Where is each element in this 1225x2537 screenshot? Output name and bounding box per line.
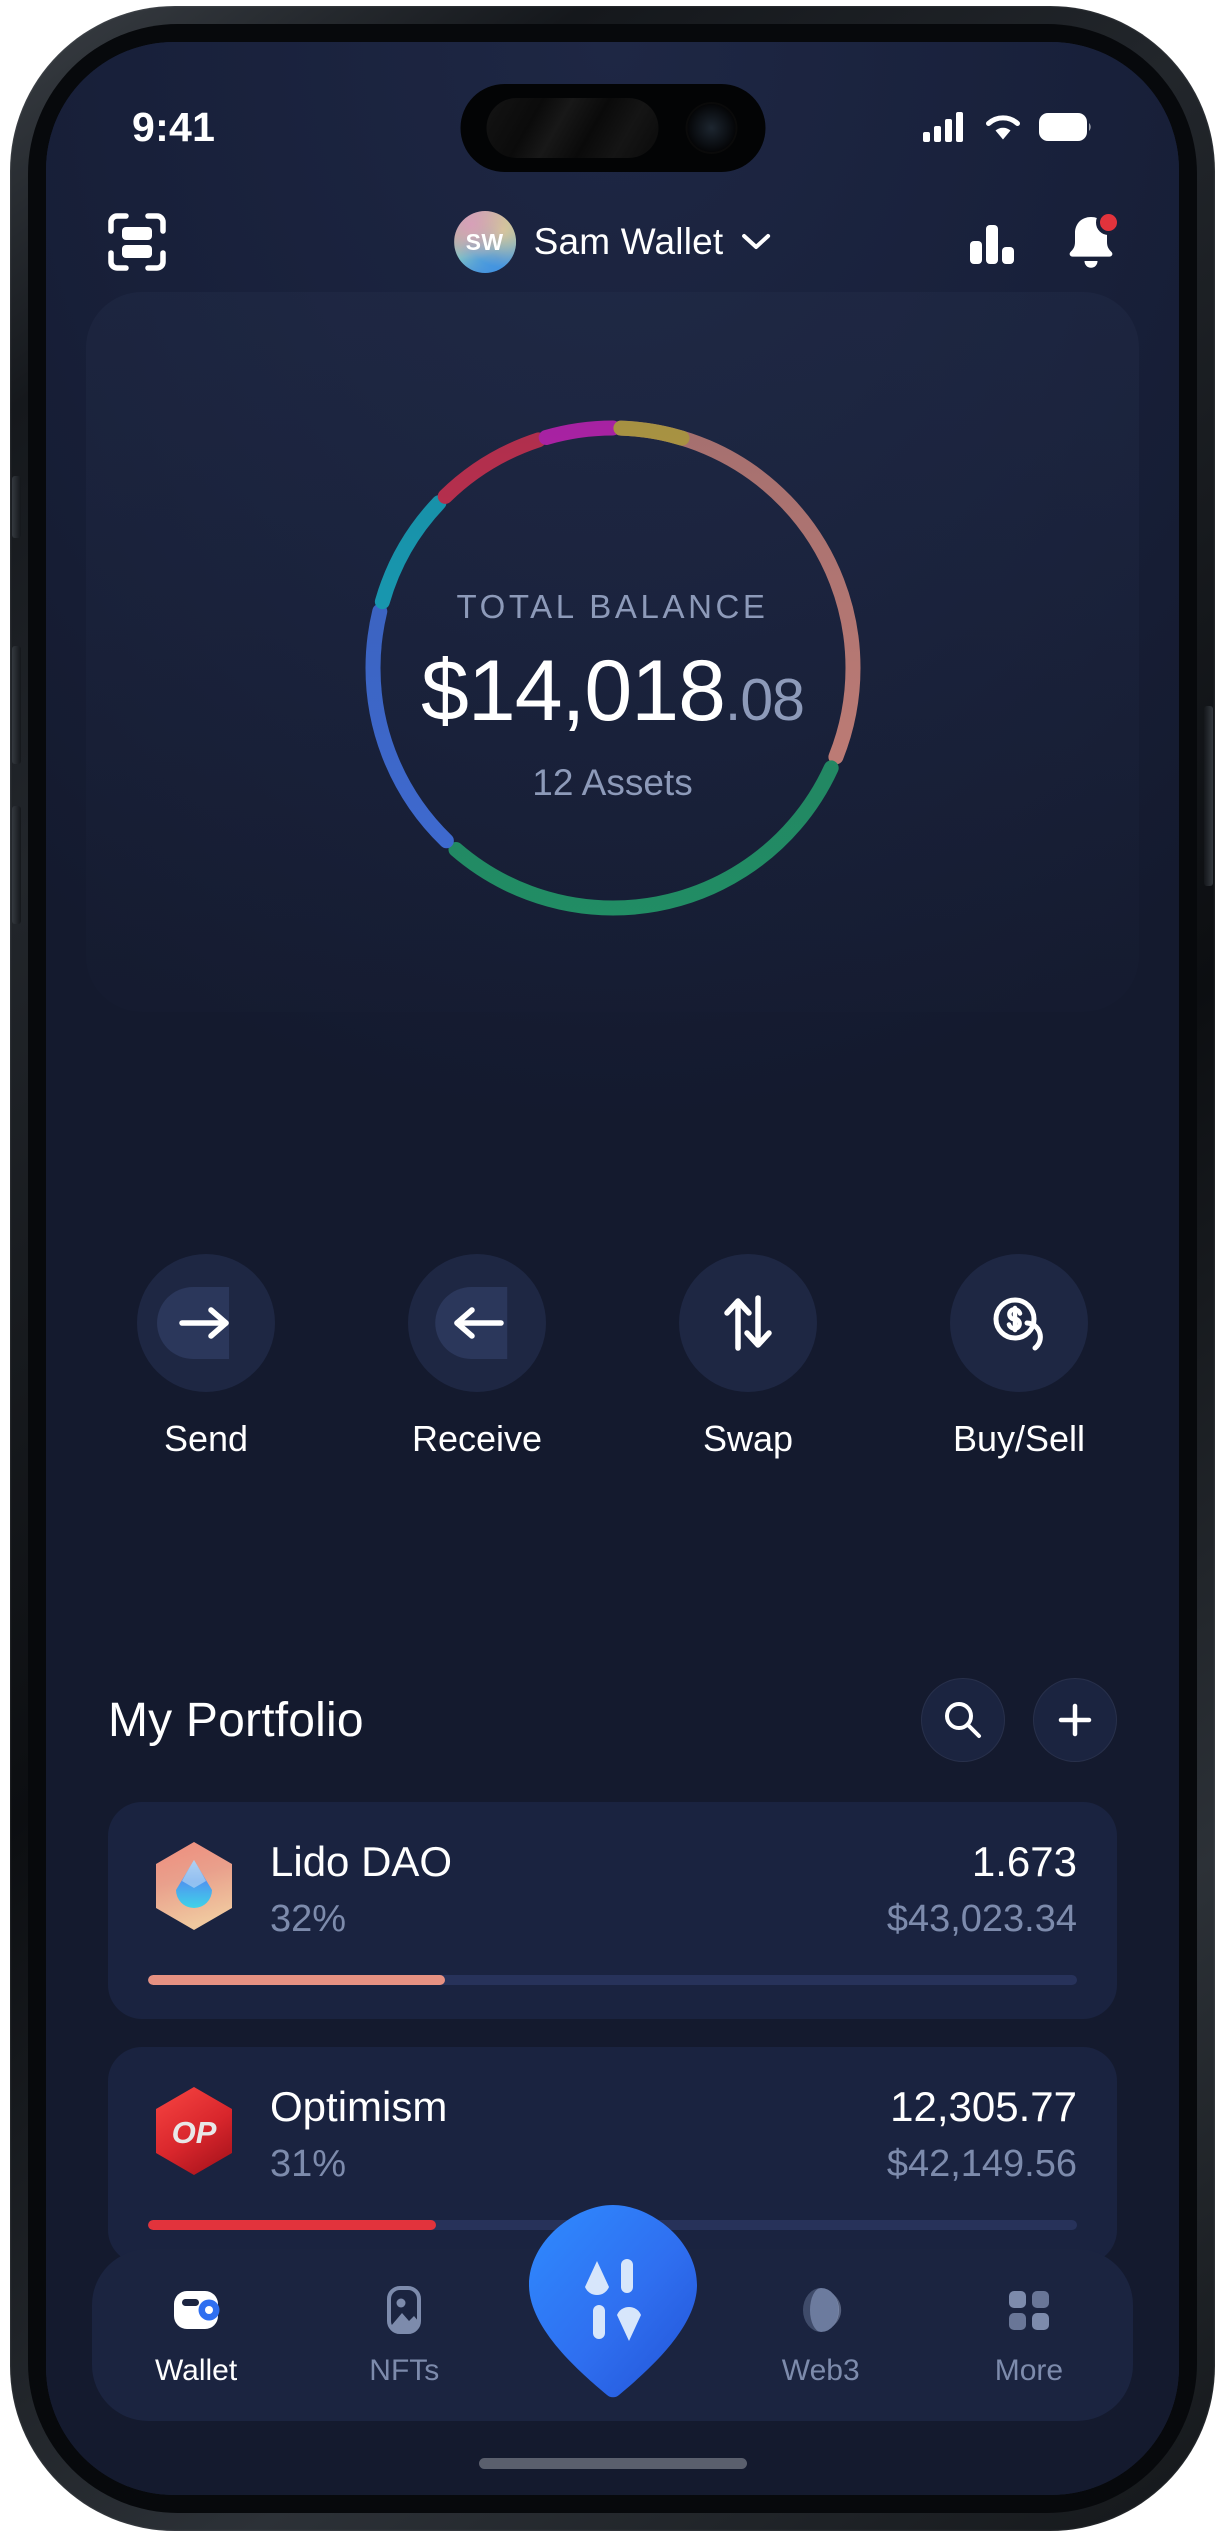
balance-summary: TOTAL BALANCE $14,018.08 12 Assets: [46, 588, 1179, 804]
notification-badge: [1096, 210, 1121, 235]
tab-wallet-label: Wallet: [154, 2354, 238, 2387]
avatar: SW: [453, 211, 516, 273]
asset-name: Lido DAO: [270, 1838, 453, 1885]
receive-button[interactable]: Receive: [387, 1254, 567, 1460]
wifi-icon: [986, 115, 1020, 140]
swap-button[interactable]: Swap: [658, 1254, 838, 1460]
volume-up-button[interactable]: [12, 646, 21, 764]
header-right: [967, 210, 1121, 270]
search-icon: [945, 1702, 981, 1738]
main-action-fab[interactable]: [527, 2203, 699, 2399]
home-indicator[interactable]: [478, 2458, 747, 2469]
image-icon: [387, 2286, 422, 2334]
page-title: My Portfolio: [108, 1693, 364, 1747]
analytics-button[interactable]: [967, 217, 1017, 267]
tab-nfts-label: NFTs: [369, 2354, 440, 2387]
app-header: SW Sam Wallet: [46, 194, 1179, 290]
battery-icon: [1039, 113, 1091, 141]
send-label: Send: [163, 1418, 249, 1459]
buy-sell-label: Buy/Sell: [952, 1418, 1086, 1459]
balance-cents: .08: [724, 667, 805, 733]
asset-values: 1.673 $43,023.34: [886, 1838, 1077, 1941]
send-button-circle: [137, 1254, 275, 1392]
chevron-down-icon: [742, 234, 771, 249]
tab-nfts[interactable]: NFTs: [300, 2282, 508, 2388]
asset-info: Lido DAO 32%: [270, 1838, 887, 1941]
tab-more[interactable]: More: [925, 2282, 1133, 2388]
asset-name: Optimism: [270, 2083, 448, 2131]
arrow-right-icon: [179, 1307, 229, 1339]
tab-web3[interactable]: Web3: [717, 2282, 925, 2388]
bottom-navigation: Wallet NFTs Web3 More: [92, 2205, 1133, 2421]
asset-quantity: 12,305.77: [890, 2083, 1077, 2131]
asset-percent: 32%: [270, 1898, 347, 1941]
dynamic-island: [460, 84, 765, 172]
swap-arrows-icon: [724, 1295, 772, 1351]
add-asset-button[interactable]: [1033, 1678, 1117, 1762]
droplet-logo-icon: [528, 2205, 697, 2398]
silent-switch[interactable]: [12, 476, 21, 538]
asset-allocation-bar: [148, 1975, 1077, 1986]
status-icons: [923, 112, 1093, 142]
asset-info: Optimism 31%: [270, 2083, 887, 2186]
lido-dao-icon: [156, 1842, 232, 1930]
dollar-coins-icon: [993, 1297, 1043, 1351]
asset-percent: 31%: [270, 2143, 347, 2186]
status-time: 9:41: [132, 103, 216, 150]
globe-icon: [792, 2288, 841, 2332]
power-button[interactable]: [1204, 706, 1213, 886]
asset-allocation-bar-fill: [148, 1975, 446, 1986]
scan-qr-button[interactable]: [108, 213, 166, 271]
tab-more-label: More: [994, 2354, 1064, 2387]
grid-icon: [1008, 2291, 1049, 2330]
phone-screen: 9:41 SW Sam Wallet TOTAL BALANCE $14,018…: [46, 42, 1179, 2495]
swap-button-circle: [679, 1254, 817, 1392]
balance-whole: $14,018: [421, 643, 726, 739]
asset-row-top: Lido DAO 32% 1.673 $43,023.34: [148, 1838, 1077, 1941]
table-row[interactable]: Lido DAO 32% 1.673 $43,023.34: [108, 1802, 1117, 2020]
bar-chart-icon: [970, 225, 1014, 264]
asset-fiat-value: $43,023.34: [886, 1898, 1077, 1941]
send-button[interactable]: Send: [116, 1254, 296, 1460]
header-left: [108, 213, 166, 271]
cellular-signal-icon: [923, 112, 963, 142]
optimism-icon: OP: [156, 2087, 232, 2176]
portfolio-header: My Portfolio: [108, 1678, 1117, 1762]
quick-actions: Send Receive Swap Buy/Sell: [116, 1254, 1109, 1460]
asset-fiat-value: $42,149.56: [886, 2143, 1077, 2186]
portfolio-actions: [921, 1678, 1117, 1762]
total-balance-amount: $14,018.08: [46, 648, 1179, 734]
asset-allocation-bar-fill: [148, 2220, 436, 2231]
asset-row-top: OP Optimism 31% 12,305.77 $42,149.56: [148, 2083, 1077, 2186]
wallet-selector[interactable]: SW Sam Wallet: [453, 211, 772, 273]
notifications-button[interactable]: [1065, 210, 1121, 270]
buy-sell-button-circle: [950, 1254, 1088, 1392]
tab-wallet[interactable]: Wallet: [92, 2282, 300, 2388]
volume-down-button[interactable]: [12, 806, 21, 924]
scan-qr-icon: [108, 213, 166, 271]
screenshot-stage: 9:41 SW Sam Wallet TOTAL BALANCE $14,018…: [0, 0, 1225, 2537]
receive-label: Receive: [411, 1418, 543, 1459]
plus-icon: [1058, 1703, 1092, 1737]
buy-sell-button[interactable]: Buy/Sell: [929, 1254, 1109, 1460]
tab-web3-label: Web3: [781, 2354, 860, 2387]
asset-quantity: 1.673: [971, 1838, 1077, 1885]
wallet-icon: [174, 2291, 220, 2329]
svg-text:OP: OP: [172, 2115, 217, 2150]
receive-button-circle: [408, 1254, 546, 1392]
arrow-left-icon: [454, 1307, 504, 1339]
asset-values: 12,305.77 $42,149.56: [886, 2083, 1077, 2186]
total-balance-label: TOTAL BALANCE: [456, 588, 769, 625]
avatar-initials: SW: [465, 228, 504, 255]
swap-label: Swap: [702, 1418, 794, 1459]
wallet-name: Sam Wallet: [533, 221, 724, 262]
assets-count: 12 Assets: [532, 762, 693, 803]
search-button[interactable]: [921, 1678, 1005, 1762]
